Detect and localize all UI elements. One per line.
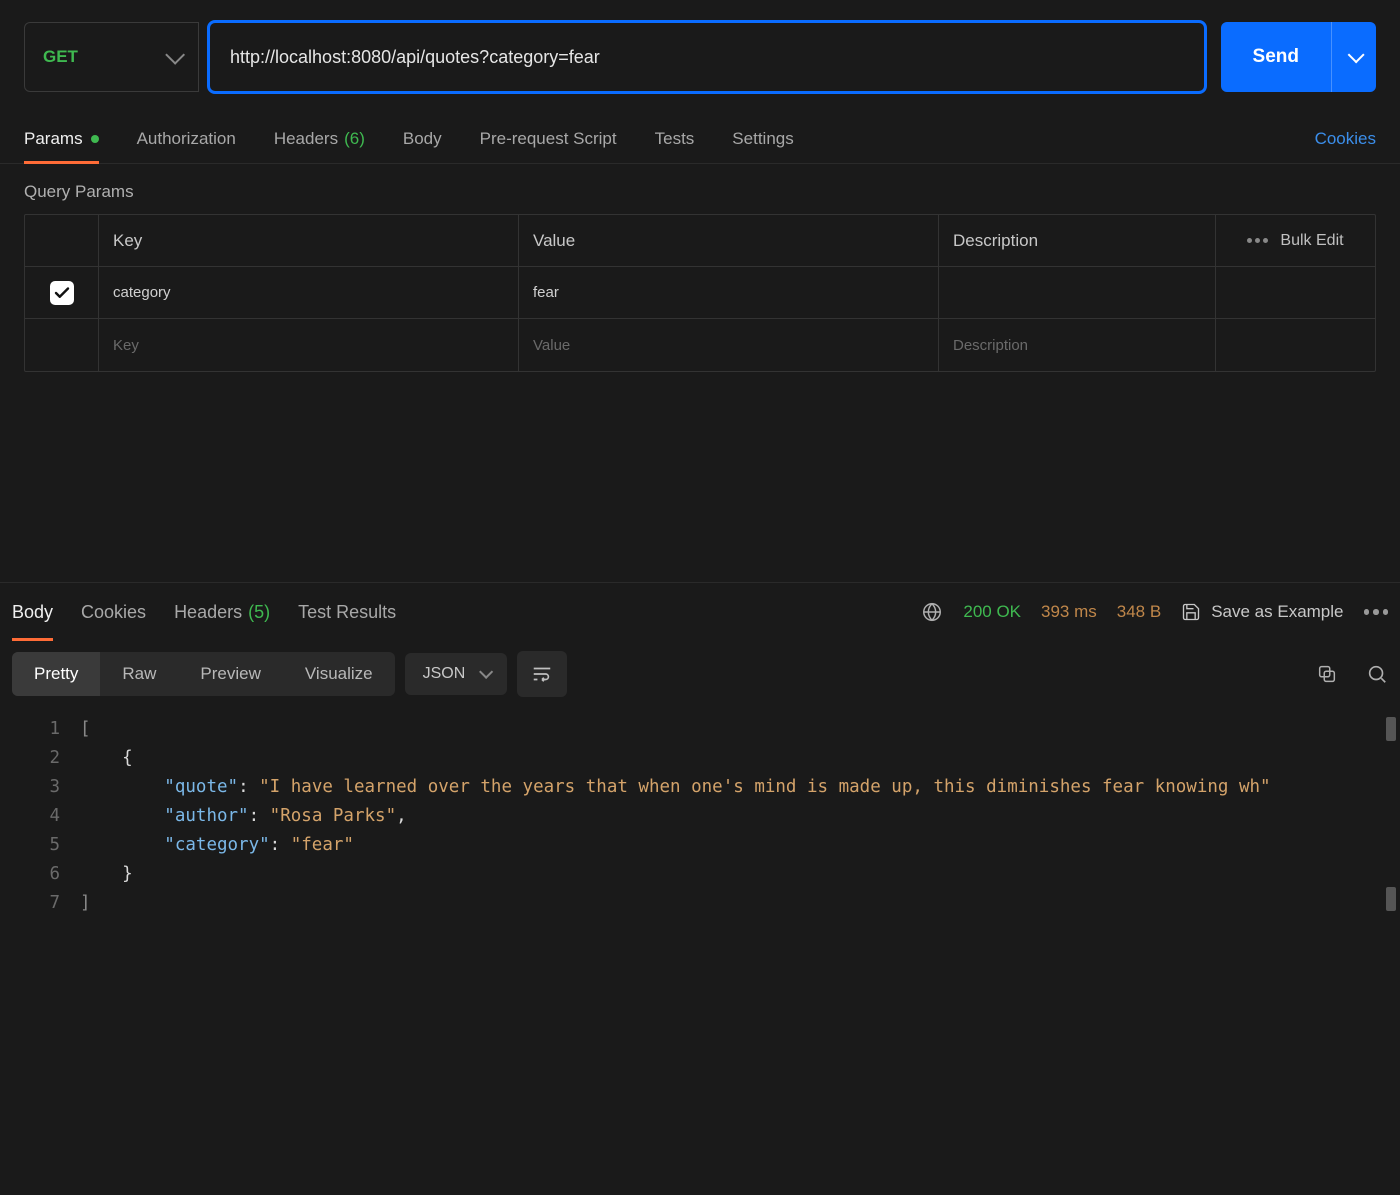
chevron-down-icon <box>479 665 493 679</box>
view-pretty[interactable]: Pretty <box>12 652 100 696</box>
modified-dot-icon <box>91 135 99 143</box>
tab-label: Headers <box>274 129 338 149</box>
save-as-example-button[interactable]: Save as Example <box>1181 602 1343 622</box>
response-panel: Body Cookies Headers (5) Test Results 20… <box>0 582 1400 1195</box>
more-columns-icon[interactable] <box>1247 238 1268 243</box>
col-value: Value <box>519 215 939 266</box>
scrollbar-thumb[interactable] <box>1386 717 1396 741</box>
send-button[interactable]: Send <box>1221 22 1331 92</box>
tab-settings[interactable]: Settings <box>732 114 793 163</box>
row-actions <box>1215 267 1375 318</box>
response-view-controls: Pretty Raw Preview Visualize JSON <box>0 641 1400 707</box>
param-desc-input[interactable] <box>939 267 1215 318</box>
search-button[interactable] <box>1366 663 1388 685</box>
tab-authorization[interactable]: Authorization <box>137 114 236 163</box>
resp-tab-headers[interactable]: Headers (5) <box>174 583 270 641</box>
resp-tab-body[interactable]: Body <box>12 583 53 641</box>
resp-tab-test-results[interactable]: Test Results <box>298 583 396 641</box>
view-mode-segment: Pretty Raw Preview Visualize <box>12 652 395 696</box>
response-tabs: Body Cookies Headers (5) Test Results 20… <box>0 583 1400 641</box>
send-dropdown-button[interactable] <box>1331 22 1376 92</box>
view-right-controls <box>1316 663 1388 685</box>
table-header-row: Key Value Description Bulk Edit <box>25 215 1375 267</box>
col-description: Description <box>939 215 1215 266</box>
tab-body[interactable]: Body <box>403 114 442 163</box>
bulk-edit-button[interactable]: Bulk Edit <box>1280 232 1343 250</box>
resp-headers-count: (5) <box>248 602 270 623</box>
url-input[interactable] <box>230 47 1184 68</box>
row-checkbox[interactable] <box>50 281 74 305</box>
view-preview[interactable]: Preview <box>178 652 282 696</box>
code-content: [ { "quote": "I have learned over the ye… <box>80 707 1400 1195</box>
resp-tab-cookies[interactable]: Cookies <box>81 583 146 641</box>
send-button-group: Send <box>1221 22 1376 92</box>
wrap-lines-button[interactable] <box>517 651 567 697</box>
param-desc-input[interactable]: Description <box>939 319 1215 371</box>
query-params-table: Key Value Description Bulk Edit category… <box>24 214 1376 372</box>
table-row: category fear <box>25 267 1375 319</box>
save-icon <box>1181 602 1201 622</box>
globe-icon[interactable] <box>921 601 943 623</box>
wrap-icon <box>531 663 553 685</box>
url-field-wrap <box>207 20 1207 94</box>
response-body-editor[interactable]: 1234567 [ { "quote": "I have learned ove… <box>0 707 1400 1195</box>
view-raw[interactable]: Raw <box>100 652 178 696</box>
tab-headers[interactable]: Headers (6) <box>274 114 365 163</box>
http-method-label: GET <box>43 47 78 67</box>
format-label: JSON <box>423 665 466 683</box>
copy-icon <box>1316 663 1338 685</box>
response-meta: 200 OK 393 ms 348 B Save as Example <box>921 601 1388 623</box>
query-params-title: Query Params <box>0 164 1400 214</box>
param-value-input[interactable]: fear <box>519 267 939 318</box>
search-icon <box>1366 663 1388 685</box>
scrollbar-thumb[interactable] <box>1386 887 1396 911</box>
param-key-input[interactable]: category <box>99 267 519 318</box>
col-key: Key <box>99 215 519 266</box>
tab-label: Headers <box>174 602 242 623</box>
row-checkbox-cell <box>25 267 99 318</box>
tab-params[interactable]: Params <box>24 114 99 163</box>
tab-tests[interactable]: Tests <box>655 114 695 163</box>
response-size: 348 B <box>1117 602 1161 622</box>
response-time: 393 ms <box>1041 602 1097 622</box>
request-bar: GET Send <box>0 0 1400 114</box>
cookies-link[interactable]: Cookies <box>1315 129 1376 149</box>
status-code: 200 OK <box>963 602 1021 622</box>
row-checkbox-cell <box>25 319 99 371</box>
table-row-empty: Key Value Description <box>25 319 1375 371</box>
view-visualize[interactable]: Visualize <box>283 652 395 696</box>
col-check <box>25 215 99 266</box>
tab-prerequest[interactable]: Pre-request Script <box>480 114 617 163</box>
more-actions-icon[interactable] <box>1364 609 1389 615</box>
chevron-down-icon <box>165 45 185 65</box>
row-actions <box>1215 319 1375 371</box>
param-key-input[interactable]: Key <box>99 319 519 371</box>
save-ex-label: Save as Example <box>1211 602 1343 622</box>
http-method-select[interactable]: GET <box>24 22 199 92</box>
table-actions: Bulk Edit <box>1215 215 1375 266</box>
copy-button[interactable] <box>1316 663 1338 685</box>
param-value-input[interactable]: Value <box>519 319 939 371</box>
line-gutter: 1234567 <box>0 707 80 1195</box>
request-tabs: Params Authorization Headers (6) Body Pr… <box>0 114 1400 164</box>
chevron-down-icon <box>1348 46 1365 63</box>
check-icon <box>53 284 71 302</box>
headers-count: (6) <box>344 129 365 149</box>
tab-label: Params <box>24 129 83 149</box>
format-select[interactable]: JSON <box>405 653 508 695</box>
